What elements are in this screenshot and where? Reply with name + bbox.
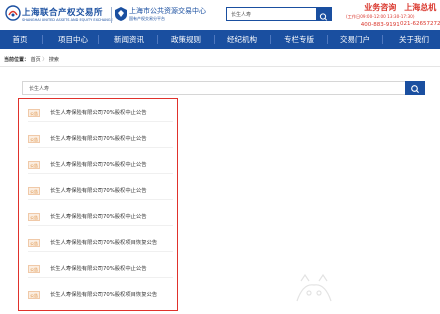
shanghai-emblem-icon[interactable] [115, 7, 127, 21]
result-title[interactable]: 长生人寿保险有限公司70%股权中止公告 [50, 265, 147, 273]
breadcrumb-label: 当前位置： [4, 57, 30, 63]
logo-subtitle: SHANGHAI UNITED ASSETS AND EQUITY EXCHAN… [22, 18, 113, 22]
result-tag: 公告 [28, 161, 40, 169]
list-item[interactable]: 公告 长生人寿保险有限公司70%股权中止公告 [28, 132, 173, 145]
nav-about[interactable]: 关于我们 [395, 30, 433, 49]
list-item[interactable]: 公告 长生人寿保险有限公司70%股权项目恢复公告 [28, 236, 173, 249]
result-title[interactable]: 长生人寿保险有限公司70%股权中止公告 [50, 187, 147, 195]
top-header: 上海联合产权交易所 SHANGHAI UNITED ASSETS AND EQU… [0, 0, 440, 30]
logo-divider [111, 7, 112, 23]
result-tag: 公告 [28, 265, 40, 273]
nav-policies[interactable]: 政策规则 [168, 30, 204, 49]
nav-divider [270, 35, 271, 44]
result-title[interactable]: 长生人寿保险有限公司70%股权中止公告 [50, 135, 147, 143]
partner-logo-title[interactable]: 上海市公共资源交易中心 [129, 6, 206, 16]
result-title[interactable]: 长生人寿保险有限公司70%股权中止公告 [50, 109, 147, 117]
row-divider [28, 121, 173, 122]
result-tag: 公告 [28, 187, 40, 195]
search-icon [319, 13, 328, 21]
nav-home[interactable]: 首页 [8, 30, 32, 49]
list-item[interactable]: 公告 长生人寿保险有限公司70%股权中止公告 [28, 158, 173, 171]
main-nav: 首页 项目中心 新闻资讯 政策规则 经纪机构 专栏专版 交易门户 关于我们 [0, 30, 440, 49]
nav-brokers[interactable]: 经纪机构 [224, 30, 260, 49]
list-item[interactable]: 公告 长生人寿保险有限公司70%股权项目恢复公告 [28, 288, 173, 301]
header-search-box [226, 7, 332, 21]
result-tag: 公告 [28, 135, 40, 143]
breadcrumb-separator: 〉 [42, 57, 48, 63]
watermark-icon [296, 273, 332, 302]
list-item[interactable]: 公告 长生人寿保险有限公司70%股权中止公告 [28, 106, 173, 119]
result-tag: 公告 [28, 213, 40, 221]
breadcrumb: 当前位置： 首页 〉 搜索 [4, 56, 59, 63]
nav-divider [98, 35, 99, 44]
nav-divider [327, 35, 328, 44]
nav-divider [157, 35, 158, 44]
list-item[interactable]: 公告 长生人寿保险有限公司70%股权中止公告 [28, 184, 173, 197]
main-search-box [22, 81, 425, 95]
nav-portal[interactable]: 交易门户 [337, 30, 373, 49]
contact-switchboard-title: 上海总机 [404, 3, 437, 12]
result-title[interactable]: 长生人寿保险有限公司70%股权中止公告 [50, 161, 147, 169]
header-search-button[interactable] [316, 8, 331, 21]
result-title[interactable]: 长生人寿保险有限公司70%股权项目恢复公告 [50, 239, 157, 247]
search-icon [411, 85, 419, 93]
main-search-input[interactable] [23, 82, 403, 94]
nav-divider [382, 35, 383, 44]
search-results-list: 公告 长生人寿保险有限公司70%股权中止公告 公告 长生人寿保险有限公司70%股… [18, 98, 178, 311]
nav-divider [214, 35, 215, 44]
list-item[interactable]: 公告 长生人寿保险有限公司70%股权中止公告 [28, 262, 173, 275]
sufe-logo-icon[interactable] [5, 5, 21, 21]
contact-switchboard-phone: 021-62657272 [400, 21, 440, 27]
row-divider [28, 173, 173, 174]
breadcrumb-divider [0, 66, 440, 67]
row-divider [28, 277, 173, 278]
nav-news[interactable]: 新闻资讯 [111, 30, 147, 49]
result-title[interactable]: 长生人寿保险有限公司70%股权项目恢复公告 [50, 291, 157, 299]
breadcrumb-current: 搜索 [48, 57, 59, 63]
partner-logo-subtitle: 国有产权交易分平台 [129, 16, 165, 21]
row-divider [28, 251, 173, 252]
row-divider [28, 225, 173, 226]
breadcrumb-home[interactable]: 首页 [31, 57, 41, 63]
logo-title[interactable]: 上海联合产权交易所 [22, 6, 103, 18]
result-tag: 公告 [28, 291, 40, 299]
nav-divider [42, 35, 43, 44]
main-search-button[interactable] [405, 81, 425, 95]
nav-projects[interactable]: 项目中心 [55, 30, 91, 49]
result-tag: 公告 [28, 239, 40, 247]
result-tag: 公告 [28, 109, 40, 117]
row-divider [28, 199, 173, 200]
list-item[interactable]: 公告 长生人寿保险有限公司70%股权中止公告 [28, 210, 173, 223]
header-search-input[interactable] [227, 8, 315, 20]
row-divider [28, 147, 173, 148]
result-title[interactable]: 长生人寿保险有限公司70%股权中止公告 [50, 213, 147, 221]
nav-columns[interactable]: 专栏专版 [281, 30, 317, 49]
contact-switchboard: 上海总机 . 021-62657272 [400, 2, 440, 27]
